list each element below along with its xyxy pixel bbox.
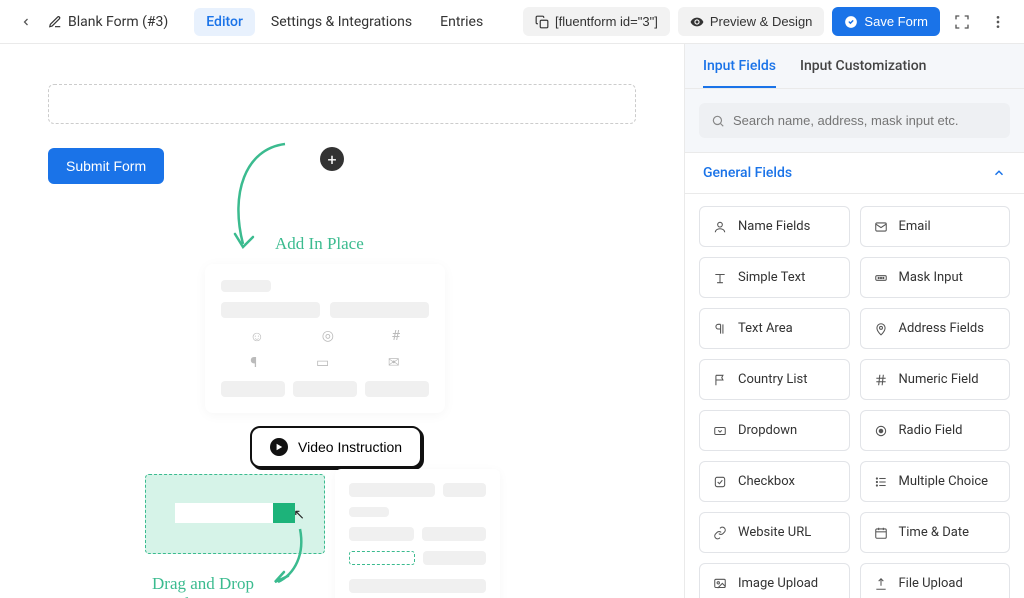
field-multiple-choice[interactable]: Multiple Choice <box>860 461 1011 502</box>
mock-target-card <box>335 469 500 598</box>
play-icon <box>270 438 288 456</box>
preview-text: Preview & Design <box>710 14 813 29</box>
radio-icon <box>873 424 889 438</box>
more-vertical-icon <box>990 14 1006 30</box>
flag-icon <box>712 373 728 387</box>
add-field-inline-button[interactable]: + <box>320 147 344 171</box>
save-text: Save Form <box>864 14 928 29</box>
accordion-label: General Fields <box>703 165 792 181</box>
field-numeric[interactable]: Numeric Field <box>860 359 1011 400</box>
more-button[interactable] <box>984 8 1012 36</box>
hash-icon <box>873 373 889 387</box>
tab-settings[interactable]: Settings & Integrations <box>259 8 424 36</box>
add-in-place-label: Add In Place <box>275 234 364 254</box>
save-button[interactable]: Save Form <box>832 7 940 36</box>
drag-drop-label: Drag and Drop Element <box>152 574 254 598</box>
tab-entries[interactable]: Entries <box>428 8 495 36</box>
sidebar-tabs: Input Fields Input Customization <box>685 44 1024 89</box>
search-icon <box>711 114 725 128</box>
calendar-icon <box>873 526 889 540</box>
field-simple-text[interactable]: Simple Text <box>699 257 850 298</box>
chevron-up-icon <box>992 166 1006 180</box>
pin-icon: ◎ <box>322 328 334 345</box>
cursor-icon: ↖ <box>293 507 305 523</box>
dropdown-icon <box>712 424 728 438</box>
link-icon <box>712 526 728 540</box>
fullscreen-icon <box>954 14 970 30</box>
text-icon <box>712 271 728 285</box>
fields-grid: Name Fields Email Simple Text Mask Input… <box>685 194 1024 598</box>
top-bar: Blank Form (#3) Editor Settings & Integr… <box>0 0 1024 44</box>
pin-icon <box>873 322 889 336</box>
field-datetime[interactable]: Time & Date <box>860 512 1011 553</box>
plus-icon: + <box>327 150 336 169</box>
card-icon: ▭ <box>316 355 329 371</box>
envelope-icon: ✉ <box>388 355 400 371</box>
field-file-upload[interactable]: File Upload <box>860 563 1011 598</box>
field-country[interactable]: Country List <box>699 359 850 400</box>
checkbox-icon <box>712 475 728 489</box>
mail-icon <box>873 220 889 234</box>
image-upload-icon <box>712 577 728 591</box>
accordion-general-fields[interactable]: General Fields <box>685 152 1024 194</box>
form-title[interactable]: Blank Form (#3) <box>48 14 168 30</box>
sidebar: Input Fields Input Customization General… <box>684 44 1024 598</box>
back-button[interactable] <box>12 8 40 36</box>
arrow-drag-drop-icon <box>270 524 310 589</box>
field-mask[interactable]: Mask Input <box>860 257 1011 298</box>
video-instruction-label: Video Instruction <box>298 439 402 455</box>
field-dropdown[interactable]: Dropdown <box>699 410 850 451</box>
preview-button[interactable]: Preview & Design <box>678 7 825 36</box>
field-name[interactable]: Name Fields <box>699 206 850 247</box>
drop-zone[interactable] <box>48 84 636 124</box>
fullscreen-button[interactable] <box>948 8 976 36</box>
field-email[interactable]: Email <box>860 206 1011 247</box>
field-checkbox[interactable]: Checkbox <box>699 461 850 502</box>
field-radio[interactable]: Radio Field <box>860 410 1011 451</box>
submit-button[interactable]: Submit Form <box>48 148 164 184</box>
hash-icon: # <box>392 328 401 345</box>
sidebar-tab-customization[interactable]: Input Customization <box>800 58 926 88</box>
chevron-left-icon <box>20 16 32 28</box>
check-circle-icon <box>844 15 858 29</box>
paragraph-icon <box>712 322 728 336</box>
search-box[interactable] <box>699 103 1010 138</box>
pencil-icon <box>48 15 62 29</box>
person-icon: ☺ <box>250 328 264 345</box>
search-input[interactable] <box>733 113 998 128</box>
canvas-area: + Submit Form Add In Place ☺ ◎ # ¶ ▭ ✉ <box>0 44 684 598</box>
field-image-upload[interactable]: Image Upload <box>699 563 850 598</box>
list-icon <box>873 475 889 489</box>
shortcode-button[interactable]: [fluentform id="3"] <box>523 7 670 36</box>
field-url[interactable]: Website URL <box>699 512 850 553</box>
video-instruction-button[interactable]: Video Instruction <box>250 426 422 468</box>
eye-icon <box>690 15 704 29</box>
mask-icon <box>873 271 889 285</box>
upload-icon <box>873 577 889 591</box>
shortcode-text: [fluentform id="3"] <box>555 14 658 29</box>
copy-icon <box>535 15 549 29</box>
field-address[interactable]: Address Fields <box>860 308 1011 349</box>
mock-preview-card: ☺ ◎ # ¶ ▭ ✉ <box>205 264 445 413</box>
form-title-text: Blank Form (#3) <box>68 14 168 30</box>
sidebar-tab-input-fields[interactable]: Input Fields <box>703 58 776 88</box>
paragraph-icon: ¶ <box>250 355 257 371</box>
header-tabs: Editor Settings & Integrations Entries <box>194 8 495 36</box>
field-textarea[interactable]: Text Area <box>699 308 850 349</box>
person-outline-icon <box>712 220 728 234</box>
tab-editor[interactable]: Editor <box>194 8 255 36</box>
